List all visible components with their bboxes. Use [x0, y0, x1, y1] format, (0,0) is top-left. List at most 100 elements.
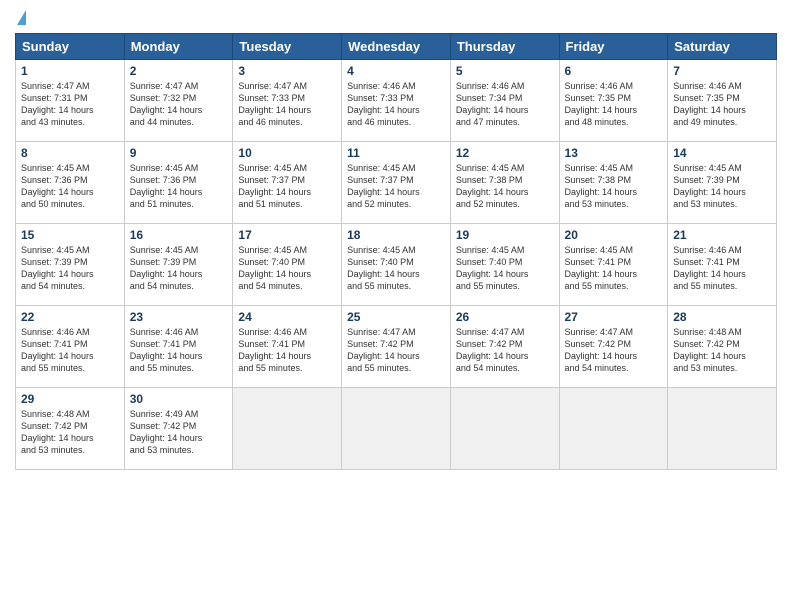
day-info: Sunrise: 4:45 AM Sunset: 7:38 PM Dayligh…: [456, 162, 554, 211]
day-cell-27: 27 Sunrise: 4:47 AM Sunset: 7:42 PM Dayli…: [559, 306, 668, 388]
day-info: Sunrise: 4:46 AM Sunset: 7:34 PM Dayligh…: [456, 80, 554, 129]
day-cell-24: 24Sunrise: 4:46 AM Sunset: 7:41 PM Dayli…: [233, 306, 342, 388]
weekday-wednesday: Wednesday: [342, 34, 451, 60]
day-cell-22: 22Sunrise: 4:46 AM Sunset: 7:41 PM Dayli…: [16, 306, 125, 388]
day-number: 22: [21, 310, 119, 324]
day-cell-2: 2 Sunrise: 4:47 AM Sunset: 7:32 PM Daylig…: [124, 60, 233, 142]
weekday-sunday: Sunday: [16, 34, 125, 60]
day-cell-29: 29 Sunrise: 4:48 AM Sunset: 7:42 PM Dayli…: [16, 388, 125, 470]
weekday-thursday: Thursday: [450, 34, 559, 60]
day-cell-17: 17 Sunrise: 4:45 AM Sunset: 7:40 PM Dayli…: [233, 224, 342, 306]
day-info: Sunrise: 4:47 AM Sunset: 7:42 PM Dayligh…: [456, 326, 554, 375]
day-info: Sunrise: 4:45 AM Sunset: 7:36 PM Dayligh…: [130, 162, 228, 211]
day-info: Sunrise: 4:45 AM Sunset: 7:40 PM Dayligh…: [238, 244, 336, 293]
day-cell-12: 12 Sunrise: 4:45 AM Sunset: 7:38 PM Dayli…: [450, 142, 559, 224]
day-number: 15: [21, 228, 119, 242]
day-cell-20: 20 Sunrise: 4:45 AM Sunset: 7:41 PM Dayli…: [559, 224, 668, 306]
day-number: 1: [21, 64, 119, 78]
day-cell-9: 9Sunrise: 4:45 AM Sunset: 7:36 PM Daylig…: [124, 142, 233, 224]
day-number: 17: [238, 228, 336, 242]
day-cell-19: 19 Sunrise: 4:45 AM Sunset: 7:40 PM Dayli…: [450, 224, 559, 306]
day-cell-30: 30 Sunrise: 4:49 AM Sunset: 7:42 PM Dayli…: [124, 388, 233, 470]
day-info: Sunrise: 4:45 AM Sunset: 7:39 PM Dayligh…: [21, 244, 119, 293]
day-number: 16: [130, 228, 228, 242]
day-info: Sunrise: 4:47 AM Sunset: 7:42 PM Dayligh…: [347, 326, 445, 375]
day-number: 8: [21, 146, 119, 160]
page: SundayMondayTuesdayWednesdayThursdayFrid…: [0, 0, 792, 612]
day-number: 28: [673, 310, 771, 324]
day-number: 29: [21, 392, 119, 406]
weekday-monday: Monday: [124, 34, 233, 60]
day-info: Sunrise: 4:48 AM Sunset: 7:42 PM Dayligh…: [21, 408, 119, 457]
day-cell-18: 18Sunrise: 4:45 AM Sunset: 7:40 PM Dayli…: [342, 224, 451, 306]
day-info: Sunrise: 4:46 AM Sunset: 7:41 PM Dayligh…: [673, 244, 771, 293]
day-cell-26: 26 Sunrise: 4:47 AM Sunset: 7:42 PM Dayli…: [450, 306, 559, 388]
weekday-saturday: Saturday: [668, 34, 777, 60]
day-info: Sunrise: 4:47 AM Sunset: 7:33 PM Dayligh…: [238, 80, 336, 129]
day-info: Sunrise: 4:47 AM Sunset: 7:31 PM Dayligh…: [21, 80, 119, 129]
day-number: 13: [565, 146, 663, 160]
day-info: Sunrise: 4:45 AM Sunset: 7:40 PM Dayligh…: [456, 244, 554, 293]
week-row-4: 22 Sunrise: 4:46 AM Sunset: 7:41 PM Dayli…: [16, 306, 777, 388]
day-cell-10: 10Sunrise: 4:45 AM Sunset: 7:37 PM Dayli…: [233, 142, 342, 224]
week-row-5: 29 Sunrise: 4:48 AM Sunset: 7:42 PM Dayli…: [16, 388, 777, 470]
empty-cell: [342, 388, 451, 470]
day-cell-5: 5 Sunrise: 4:46 AM Sunset: 7:34 PM Daylig…: [450, 60, 559, 142]
day-cell-14: 14 Sunrise: 4:45 AM Sunset: 7:39 PM Dayli…: [668, 142, 777, 224]
day-info: Sunrise: 4:46 AM Sunset: 7:35 PM Dayligh…: [565, 80, 663, 129]
day-number: 2: [130, 64, 228, 78]
day-info: Sunrise: 4:45 AM Sunset: 7:40 PM Dayligh…: [347, 244, 445, 293]
day-info: Sunrise: 4:47 AM Sunset: 7:42 PM Dayligh…: [565, 326, 663, 375]
day-number: 3: [238, 64, 336, 78]
day-cell-3: 3 Sunrise: 4:47 AM Sunset: 7:33 PM Daylig…: [233, 60, 342, 142]
day-cell-7: 7Sunrise: 4:46 AM Sunset: 7:35 PM Daylig…: [668, 60, 777, 142]
day-number: 11: [347, 146, 445, 160]
logo-triangle-icon: [17, 10, 26, 25]
calendar: SundayMondayTuesdayWednesdayThursdayFrid…: [15, 33, 777, 470]
day-number: 5: [456, 64, 554, 78]
day-cell-16: 16Sunrise: 4:45 AM Sunset: 7:39 PM Dayli…: [124, 224, 233, 306]
week-row-3: 15 Sunrise: 4:45 AM Sunset: 7:39 PM Dayli…: [16, 224, 777, 306]
day-cell-23: 23Sunrise: 4:46 AM Sunset: 7:41 PM Dayli…: [124, 306, 233, 388]
day-info: Sunrise: 4:45 AM Sunset: 7:41 PM Dayligh…: [565, 244, 663, 293]
day-cell-4: 4 Sunrise: 4:46 AM Sunset: 7:33 PM Daylig…: [342, 60, 451, 142]
day-number: 19: [456, 228, 554, 242]
day-number: 25: [347, 310, 445, 324]
day-cell-25: 25 Sunrise: 4:47 AM Sunset: 7:42 PM Dayli…: [342, 306, 451, 388]
empty-cell: [233, 388, 342, 470]
empty-cell: [450, 388, 559, 470]
day-number: 27: [565, 310, 663, 324]
day-cell-21: 21 Sunrise: 4:46 AM Sunset: 7:41 PM Dayli…: [668, 224, 777, 306]
day-number: 12: [456, 146, 554, 160]
logo: [15, 10, 26, 25]
day-cell-1: 1 Sunrise: 4:47 AM Sunset: 7:31 PM Daylig…: [16, 60, 125, 142]
day-info: Sunrise: 4:46 AM Sunset: 7:35 PM Dayligh…: [673, 80, 771, 129]
day-info: Sunrise: 4:48 AM Sunset: 7:42 PM Dayligh…: [673, 326, 771, 375]
day-number: 26: [456, 310, 554, 324]
day-info: Sunrise: 4:46 AM Sunset: 7:33 PM Dayligh…: [347, 80, 445, 129]
day-info: Sunrise: 4:45 AM Sunset: 7:37 PM Dayligh…: [347, 162, 445, 211]
day-info: Sunrise: 4:49 AM Sunset: 7:42 PM Dayligh…: [130, 408, 228, 457]
day-number: 20: [565, 228, 663, 242]
empty-cell: [559, 388, 668, 470]
day-number: 14: [673, 146, 771, 160]
day-number: 21: [673, 228, 771, 242]
week-row-2: 8 Sunrise: 4:45 AM Sunset: 7:36 PM Daylig…: [16, 142, 777, 224]
weekday-header-row: SundayMondayTuesdayWednesdayThursdayFrid…: [16, 34, 777, 60]
weekday-friday: Friday: [559, 34, 668, 60]
day-number: 30: [130, 392, 228, 406]
day-info: Sunrise: 4:45 AM Sunset: 7:37 PM Dayligh…: [238, 162, 336, 211]
header: [15, 10, 777, 25]
day-info: Sunrise: 4:46 AM Sunset: 7:41 PM Dayligh…: [238, 326, 336, 375]
day-info: Sunrise: 4:47 AM Sunset: 7:32 PM Dayligh…: [130, 80, 228, 129]
day-cell-28: 28 Sunrise: 4:48 AM Sunset: 7:42 PM Dayli…: [668, 306, 777, 388]
day-info: Sunrise: 4:45 AM Sunset: 7:38 PM Dayligh…: [565, 162, 663, 211]
day-number: 6: [565, 64, 663, 78]
day-number: 4: [347, 64, 445, 78]
empty-cell: [668, 388, 777, 470]
day-info: Sunrise: 4:45 AM Sunset: 7:39 PM Dayligh…: [673, 162, 771, 211]
day-info: Sunrise: 4:45 AM Sunset: 7:36 PM Dayligh…: [21, 162, 119, 211]
day-cell-15: 15 Sunrise: 4:45 AM Sunset: 7:39 PM Dayli…: [16, 224, 125, 306]
day-cell-6: 6 Sunrise: 4:46 AM Sunset: 7:35 PM Daylig…: [559, 60, 668, 142]
day-number: 23: [130, 310, 228, 324]
